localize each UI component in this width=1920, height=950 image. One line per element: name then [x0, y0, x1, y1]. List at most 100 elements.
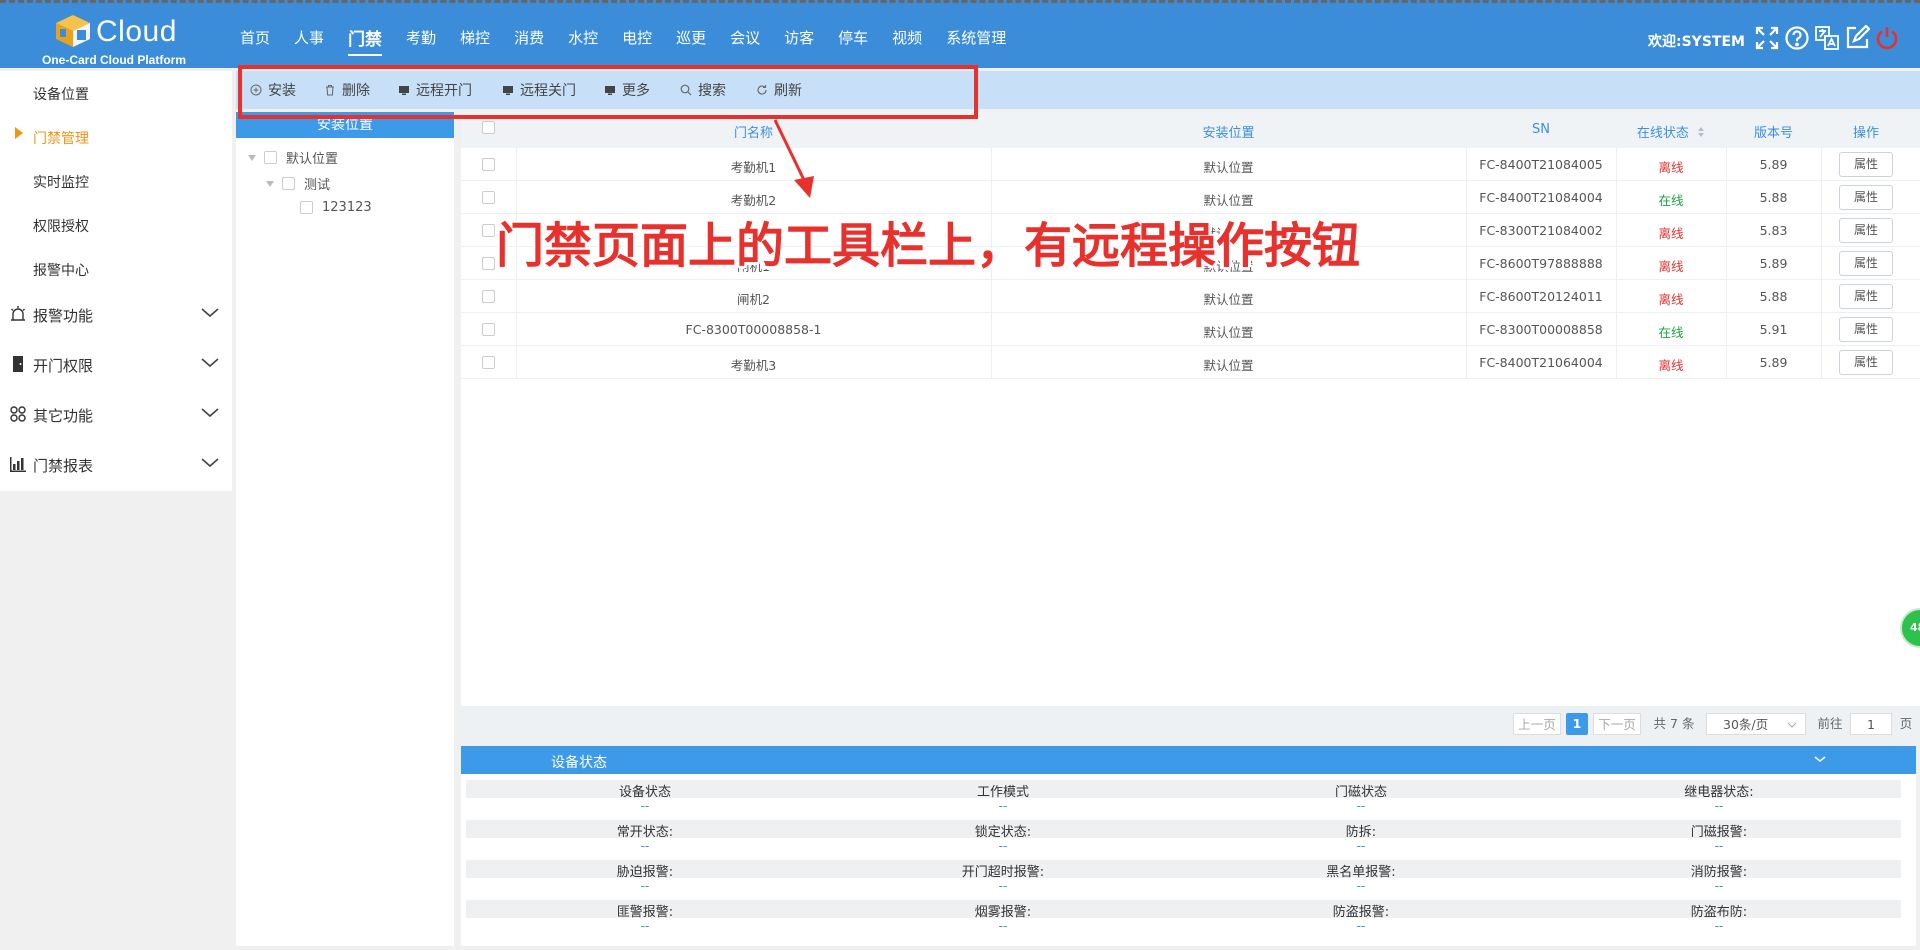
sidebar-group-alarm[interactable]: 报警功能: [0, 291, 232, 339]
door-table: 门名称 安装位置 SN 在线状态 版本号 操作 考勤机1 默认位置 FC-840…: [461, 112, 1920, 742]
sidebar-group-door-permission[interactable]: 开门权限: [0, 341, 232, 389]
left-sidebar: 设备位置 门禁管理 实时监控 权限授权 报警中心 报警功能 开门权限 其它功能 …: [0, 71, 232, 491]
goto-label: 前往: [1817, 716, 1843, 731]
device-status-header[interactable]: 设备状态: [461, 746, 1916, 774]
row-checkbox[interactable]: [482, 356, 495, 369]
nav-consumption[interactable]: 消费: [514, 27, 544, 56]
annotation-text: 门禁页面上的工具栏上，有远程操作按钮: [496, 218, 1361, 274]
tree-node-label: 测试: [304, 178, 331, 193]
cell-name: 考勤机3: [730, 358, 777, 373]
sidebar-group-label: 其它功能: [33, 407, 94, 425]
nav-system[interactable]: 系统管理: [946, 27, 1006, 56]
sidebar-item-permission-grant[interactable]: 权限授权: [33, 216, 89, 236]
sidebar-item-alarm-center[interactable]: 报警中心: [33, 260, 89, 280]
annotation-arrow-icon: [773, 119, 814, 198]
chevron-down-icon: [201, 358, 219, 368]
expand-triangle-icon[interactable]: [266, 180, 274, 187]
fullscreen-icon[interactable]: [1754, 25, 1780, 51]
collapse-chevron-icon[interactable]: [1813, 754, 1827, 764]
sidebar-item-access-management[interactable]: 门禁管理: [33, 128, 89, 148]
sidebar-group-report[interactable]: 门禁报表: [0, 441, 232, 489]
cell-version: 5.88: [1759, 190, 1788, 205]
sidebar-group-label: 门禁报表: [33, 457, 94, 475]
status-value: --: [640, 799, 650, 813]
goto-page-input[interactable]: 1: [1850, 713, 1892, 735]
sidebar-group-other[interactable]: 其它功能: [0, 391, 232, 439]
nav-home[interactable]: 首页: [240, 27, 270, 56]
row-checkbox[interactable]: [482, 257, 495, 270]
nav-patrol[interactable]: 巡更: [676, 27, 706, 56]
expand-triangle-icon[interactable]: [248, 154, 256, 161]
status-value-row: -- -- -- --: [466, 918, 1901, 936]
status-value: --: [640, 919, 650, 933]
page-unit: 页: [1899, 716, 1913, 731]
table-row[interactable]: 考勤机3 默认位置 FC-8400T21064004 离线 5.89 属性: [461, 346, 1920, 379]
edit-icon[interactable]: [1844, 25, 1870, 51]
cell-sn: FC-8400T21064004: [1479, 355, 1603, 370]
nav-video[interactable]: 视频: [892, 27, 922, 56]
row-checkbox[interactable]: [482, 323, 495, 336]
current-page[interactable]: 1: [1566, 713, 1588, 735]
properties-button[interactable]: 属性: [1839, 317, 1893, 342]
tree-checkbox[interactable]: [282, 177, 295, 190]
column-header-version[interactable]: 版本号: [1726, 122, 1821, 141]
nav-elevator[interactable]: 梯控: [460, 27, 490, 56]
door-icon: [13, 356, 23, 372]
tree-checkbox[interactable]: [300, 201, 313, 214]
cell-status: 离线: [1658, 259, 1684, 274]
pagination: 上一页 1 下一页 共 7 条 30条/页 前往 1 页: [461, 706, 1920, 742]
status-value: --: [640, 879, 650, 893]
table-row[interactable]: 考勤机1 默认位置 FC-8400T21084005 离线 5.89 属性: [461, 148, 1920, 181]
properties-button[interactable]: 属性: [1839, 185, 1893, 210]
properties-button[interactable]: 属性: [1839, 152, 1893, 177]
cell-sn: FC-8600T97888888: [1479, 256, 1603, 271]
prev-page-button[interactable]: 上一页: [1513, 713, 1561, 735]
nav-access-control[interactable]: 门禁: [348, 25, 383, 56]
cell-version: 5.83: [1759, 223, 1788, 238]
column-header-location[interactable]: 安装位置: [991, 122, 1466, 141]
table-row[interactable]: 闸机2 默认位置 FC-8600T20124011 离线 5.88 属性: [461, 280, 1920, 313]
select-all-checkbox[interactable]: [482, 121, 495, 134]
total-count: 共 7 条: [1653, 716, 1695, 731]
properties-button[interactable]: 属性: [1839, 350, 1893, 375]
properties-button[interactable]: 属性: [1839, 218, 1893, 243]
tree-node-123123[interactable]: 123123: [300, 200, 372, 215]
column-header-sn[interactable]: SN: [1466, 122, 1616, 137]
tree-checkbox[interactable]: [264, 151, 277, 164]
help-icon[interactable]: [1784, 25, 1810, 51]
sort-icon[interactable]: [1697, 127, 1705, 137]
nav-meeting[interactable]: 会议: [730, 27, 760, 56]
properties-button[interactable]: 属性: [1839, 284, 1893, 309]
row-checkbox[interactable]: [482, 224, 495, 237]
table-row[interactable]: FC-8300T00008858-1 默认位置 FC-8300T00008858…: [461, 313, 1920, 346]
nav-water[interactable]: 水控: [568, 27, 598, 56]
status-value: --: [1714, 919, 1724, 933]
cell-status: 离线: [1658, 226, 1684, 241]
tree-node-label: 默认位置: [286, 152, 339, 167]
cell-name: 闸机2: [737, 292, 770, 307]
column-header-name[interactable]: 门名称: [516, 122, 991, 141]
cell-version: 5.89: [1759, 355, 1788, 370]
sidebar-item-realtime-monitor[interactable]: 实时监控: [33, 172, 89, 192]
nav-personnel[interactable]: 人事: [294, 27, 324, 56]
tree-node-default[interactable]: 默认位置: [248, 148, 338, 167]
device-status-title: 设备状态: [551, 755, 607, 771]
nav-visitor[interactable]: 访客: [784, 27, 814, 56]
sidebar-item-device-location[interactable]: 设备位置: [33, 84, 89, 104]
tree-node-test[interactable]: 测试: [266, 174, 330, 193]
row-checkbox[interactable]: [482, 290, 495, 303]
properties-button[interactable]: 属性: [1839, 251, 1893, 276]
next-page-button[interactable]: 下一页: [1593, 713, 1641, 735]
row-checkbox[interactable]: [482, 191, 495, 204]
nav-power[interactable]: 电控: [622, 27, 652, 56]
row-checkbox[interactable]: [482, 158, 495, 171]
translate-icon[interactable]: [1814, 25, 1840, 51]
page-size-select[interactable]: 30条/页: [1706, 713, 1806, 735]
column-header-status[interactable]: 在线状态: [1616, 122, 1726, 141]
nav-attendance[interactable]: 考勤: [406, 27, 436, 56]
power-icon[interactable]: [1874, 25, 1900, 51]
logo-subtitle: One-Card Cloud Platform: [42, 53, 187, 67]
status-value: --: [998, 919, 1008, 933]
status-label-row: 设备状态 工作模式 门磁状态 继电器状态:: [466, 780, 1901, 800]
nav-parking[interactable]: 停车: [838, 27, 868, 56]
